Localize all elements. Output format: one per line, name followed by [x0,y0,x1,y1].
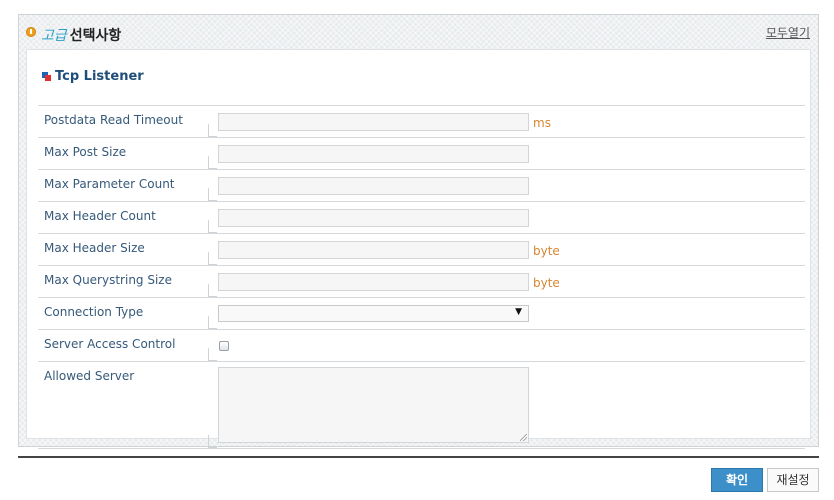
allowed-server-label: Allowed Server [44,369,135,383]
max-post-size-label: Max Post Size [44,145,127,159]
row-max-parameter-count: Max Parameter Count [38,170,805,202]
resize-grip-icon[interactable] [520,434,527,441]
panel-body: Tcp Listener Postdata Read Timeout ms Ma… [26,49,811,449]
row-postdata-read-timeout: Postdata Read Timeout ms [38,106,805,138]
row-max-header-size: Max Header Size byte [38,234,805,266]
row-divider [208,252,217,265]
confirm-button[interactable]: 확인 [711,468,763,492]
row-max-header-count: Max Header Count [38,202,805,234]
reset-button[interactable]: 재설정 [767,468,819,492]
postdata-read-timeout-unit: ms [533,116,551,130]
section-square-icon [42,72,51,81]
row-server-access-control: Server Access Control [38,330,805,362]
connection-type-label: Connection Type [44,305,144,319]
max-header-size-input[interactable] [218,241,529,259]
max-post-size-input[interactable] [218,145,529,163]
footer-divider [18,456,819,458]
advanced-options-panel: 고급 선택사항 모두열기 Tcp Listener Postdata Read T… [18,14,819,449]
panel-title-accent: 고급 [41,28,67,44]
row-divider [208,188,217,201]
section-title-text: Tcp Listener [55,69,144,84]
allowed-server-textarea[interactable] [218,367,529,443]
max-header-size-unit: byte [533,244,560,258]
max-header-size-label: Max Header Size [44,241,145,255]
row-divider [208,156,217,169]
postdata-read-timeout-input[interactable] [218,113,529,131]
row-divider [208,124,217,137]
row-max-querystring-size: Max Querystring Size byte [38,266,805,298]
max-parameter-count-input[interactable] [218,177,529,195]
max-querystring-size-label: Max Querystring Size [44,273,172,287]
panel-title-main: 선택사항 [69,28,122,44]
row-divider [208,348,217,361]
max-header-count-label: Max Header Count [44,209,156,223]
row-divider [208,435,217,448]
row-divider [208,220,217,233]
panel-title: 고급 선택사항 [41,25,121,45]
dropdown-arrow-icon: ▼ [515,307,522,317]
max-querystring-size-unit: byte [533,276,560,290]
row-divider [208,316,217,329]
info-bulb-icon [26,27,36,37]
expand-all-link[interactable]: 모두열기 [766,24,810,41]
row-divider [208,284,217,297]
section-title: Tcp Listener [42,69,144,85]
server-access-control-checkbox[interactable] [219,341,229,351]
row-max-post-size: Max Post Size [38,138,805,170]
row-connection-type: Connection Type ▼ [38,298,805,330]
postdata-read-timeout-label: Postdata Read Timeout [44,113,183,127]
server-access-control-label: Server Access Control [44,337,176,351]
row-allowed-server: Allowed Server [38,362,805,449]
max-header-count-input[interactable] [218,209,529,227]
max-querystring-size-input[interactable] [218,273,529,291]
connection-type-select[interactable]: ▼ [218,305,529,322]
settings-table: Postdata Read Timeout ms Max Post Size M… [38,105,805,449]
panel-header: 고급 선택사항 모두열기 [19,15,818,49]
max-parameter-count-label: Max Parameter Count [44,177,175,191]
